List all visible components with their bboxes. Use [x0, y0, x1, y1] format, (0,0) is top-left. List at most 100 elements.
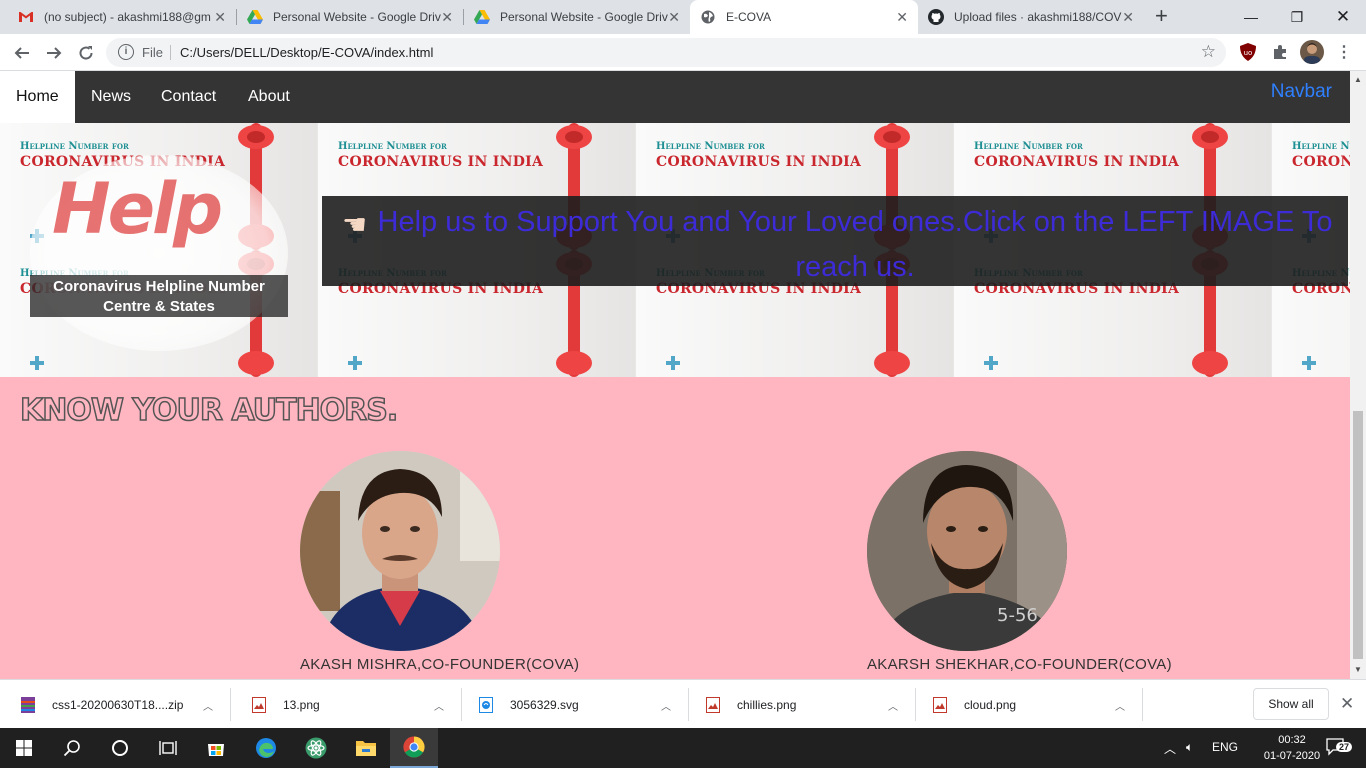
medical-cross-icon: [984, 356, 998, 370]
author-photo-akash: [300, 451, 500, 651]
browser-tab-strip: (no subject) - akashmi188@gm ✕ Personal …: [0, 0, 1366, 34]
helpline-caption: Coronavirus Helpline Number Centre & Sta…: [30, 275, 288, 317]
url-text[interactable]: C:/Users/DELL/Desktop/E-COVA/index.html: [180, 45, 433, 60]
system-clock[interactable]: 00:32 01-07-2020: [1262, 732, 1322, 764]
nav-about[interactable]: About: [248, 71, 290, 123]
tile-title: CORONAVIRUS IN INDIA: [1292, 154, 1350, 170]
download-item[interactable]: chillies.png ︿: [685, 680, 912, 729]
tab-gmail[interactable]: (no subject) - akashmi188@gm ✕: [8, 0, 236, 34]
tab-title: Personal Website - Google Driv: [500, 10, 668, 24]
language-indicator[interactable]: ENG: [1212, 740, 1238, 754]
forward-button[interactable]: [42, 41, 66, 65]
page-scrollbar[interactable]: ▲ ▼: [1350, 71, 1366, 679]
tab-github[interactable]: Upload files · akashmi188/COV ✕: [918, 0, 1144, 34]
address-bar[interactable]: i File C:/Users/DELL/Desktop/E-COVA/inde…: [106, 38, 1226, 67]
new-tab-button[interactable]: +: [1155, 5, 1168, 27]
tile-heading: Helpline Number for: [974, 141, 1083, 152]
medical-cross-icon: [30, 356, 44, 370]
tile-title: CORONAVIRUS IN INDIA: [974, 154, 1180, 170]
page-viewport: Home News Contact About Navbar Helpline …: [0, 71, 1350, 679]
more-menu-icon[interactable]: ⋮: [1334, 42, 1354, 62]
close-icon[interactable]: ✕: [441, 10, 453, 24]
chevron-up-icon[interactable]: ︿: [661, 698, 671, 713]
edge-browser-icon[interactable]: [242, 728, 290, 768]
download-filename: cloud.png: [964, 697, 1017, 712]
archive-icon: [20, 696, 36, 713]
maximize-button[interactable]: ❐: [1274, 0, 1320, 34]
download-item[interactable]: cloud.png ︿: [912, 680, 1139, 729]
scroll-up-arrow-icon[interactable]: ▲: [1354, 75, 1362, 84]
scroll-down-arrow-icon[interactable]: ▼: [1354, 665, 1362, 674]
atom-editor-icon[interactable]: [292, 728, 340, 768]
download-item[interactable]: 13.png ︿: [231, 680, 458, 729]
svg-file-icon: [478, 696, 494, 713]
hero-helpline-banner: Helpline Number for CORONAVIRUS IN INDIA H…: [0, 123, 1350, 377]
medical-cross-icon: [1302, 356, 1316, 370]
volume-icon[interactable]: 🔈︎: [1186, 740, 1193, 755]
download-item[interactable]: 3056329.svg ︿: [458, 680, 685, 729]
close-icon[interactable]: ✕: [214, 10, 226, 24]
notifications-icon[interactable]: 27: [1326, 738, 1353, 759]
svg-text:5-56: 5-56: [997, 605, 1038, 626]
minimize-button[interactable]: —: [1228, 0, 1274, 34]
tile-title: CORONAVIRUS IN INDIA: [656, 154, 862, 170]
nav-news[interactable]: News: [91, 71, 131, 123]
chevron-up-icon[interactable]: ︿: [434, 698, 444, 713]
close-icon[interactable]: ✕: [1340, 694, 1354, 714]
search-icon[interactable]: [48, 728, 96, 768]
tile-heading: Helpline Number for: [656, 141, 765, 152]
info-icon[interactable]: i: [118, 44, 134, 60]
cortana-icon[interactable]: [96, 728, 144, 768]
window-close-button[interactable]: ✕: [1320, 0, 1366, 34]
divider: [170, 45, 171, 60]
globe-icon: [700, 9, 716, 25]
tab-google-drive-1[interactable]: Personal Website - Google Driv ✕: [237, 0, 463, 34]
support-message-text: Help us to Support You and Your Loved on…: [377, 206, 1333, 283]
tab-google-drive-2[interactable]: Personal Website - Google Driv ✕: [464, 0, 690, 34]
author-name-akarsh: AKARSH SHEKHAR,CO-FOUNDER(COVA): [867, 656, 1172, 673]
close-icon[interactable]: ✕: [668, 10, 680, 24]
extensions-puzzle-icon[interactable]: [1270, 42, 1290, 62]
authors-section: KNOW YOUR AUTHORS. AKASH MISHRA,CO-FOUND…: [0, 377, 1350, 679]
scrollbar-thumb[interactable]: [1353, 411, 1363, 659]
image-file-icon: [932, 696, 948, 713]
navbar-brand[interactable]: Navbar: [1271, 81, 1332, 103]
gmail-icon: [18, 9, 34, 25]
tab-title: Personal Website - Google Driv: [273, 10, 441, 24]
close-icon[interactable]: ✕: [1122, 10, 1134, 24]
file-explorer-icon[interactable]: [342, 728, 390, 768]
arrow-left-icon: [14, 47, 29, 59]
medical-cross-icon: [348, 356, 362, 370]
download-item[interactable]: css1-20200630T18....zip ︿: [0, 680, 227, 729]
nav-home[interactable]: Home: [0, 71, 75, 123]
bookmark-star-icon[interactable]: ☆: [1201, 42, 1216, 62]
nav-contact[interactable]: Contact: [161, 71, 216, 123]
reload-button[interactable]: [74, 41, 98, 65]
google-drive-icon: [474, 9, 490, 25]
close-icon[interactable]: ✕: [896, 10, 908, 24]
chevron-up-icon[interactable]: ︿: [888, 698, 898, 713]
tile-heading: Helpline Number for: [1292, 141, 1350, 152]
site-navbar: Home News Contact About Navbar: [0, 71, 1350, 123]
show-hidden-icons-chevron-icon[interactable]: ︿: [1164, 740, 1176, 757]
chevron-up-icon[interactable]: ︿: [1115, 698, 1125, 713]
tile-heading: Helpline Number for: [20, 141, 129, 152]
download-filename: 3056329.svg: [510, 697, 579, 712]
microsoft-store-icon[interactable]: [192, 728, 240, 768]
windows-start-icon[interactable]: [0, 728, 48, 768]
chevron-up-icon[interactable]: ︿: [203, 698, 213, 713]
profile-avatar[interactable]: [1300, 40, 1324, 64]
tab-e-cova[interactable]: E-COVA ✕: [690, 0, 918, 34]
github-icon: [928, 9, 944, 25]
notification-count-badge: 27: [1336, 742, 1353, 752]
back-button[interactable]: [10, 41, 34, 65]
download-filename: chillies.png: [737, 697, 797, 712]
google-drive-icon: [247, 9, 263, 25]
chrome-taskbar-icon[interactable]: [390, 728, 438, 768]
image-file-icon: [251, 696, 267, 713]
ublock-extension-icon[interactable]: uo: [1238, 42, 1258, 62]
windows-taskbar: ︿ 🔈︎ ENG 00:32 01-07-2020 27: [0, 728, 1366, 768]
author-photo-akarsh: 5-56: [867, 451, 1067, 651]
show-all-downloads-button[interactable]: Show all: [1253, 688, 1329, 720]
task-view-icon[interactable]: [144, 728, 192, 768]
